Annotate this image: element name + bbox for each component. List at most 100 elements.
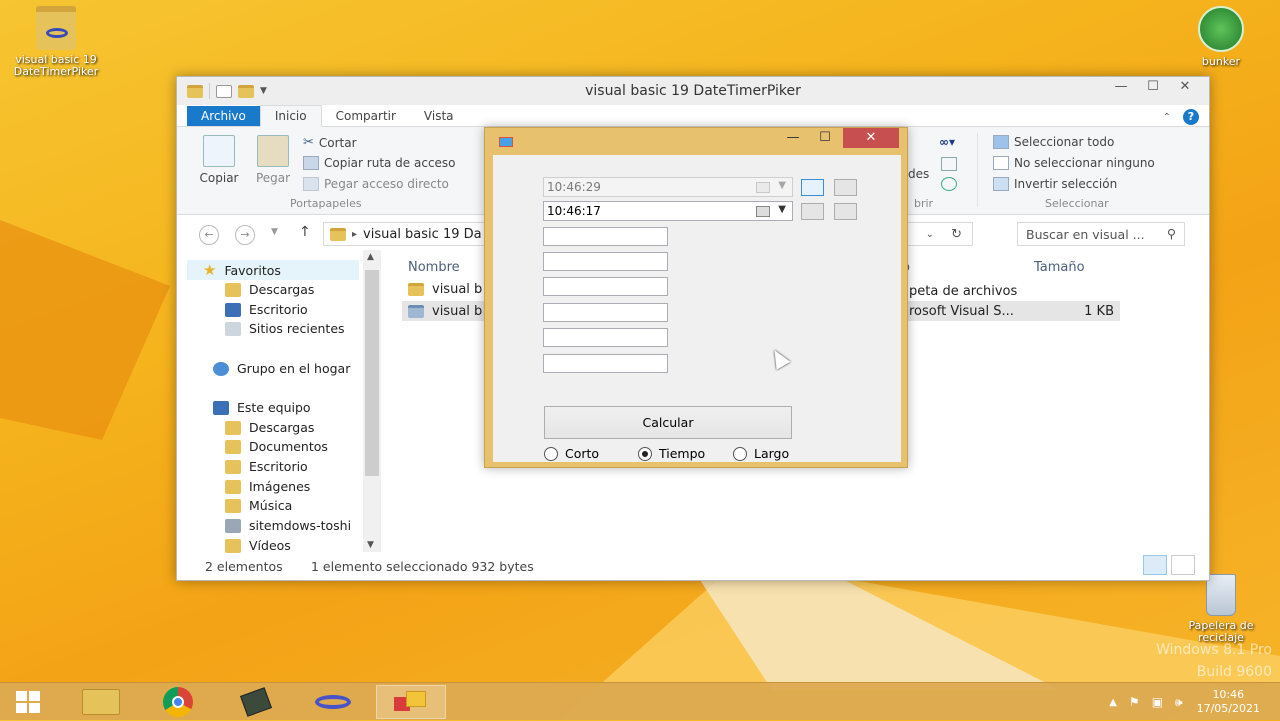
- chrome-icon: [163, 687, 193, 717]
- file-size: 1 KB: [1084, 303, 1114, 319]
- column-header-size[interactable]: Tamaño: [1034, 260, 1085, 275]
- ribbon-collapse-icon[interactable]: ⌃: [1163, 112, 1171, 123]
- clock[interactable]: 10:46 17/05/2021: [1197, 688, 1260, 716]
- invert-selection-button[interactable]: Invertir selección: [993, 177, 1117, 191]
- tab-vista[interactable]: Vista: [410, 106, 468, 126]
- nav-network-drive[interactable]: sitemdows-toshi: [225, 518, 351, 533]
- minimize-button[interactable]: —: [1105, 77, 1137, 99]
- taskbar-app-3[interactable]: [221, 685, 291, 719]
- desktop-icon: [225, 302, 241, 317]
- taskbar-chrome[interactable]: [143, 685, 213, 719]
- minimize-button[interactable]: —: [779, 128, 807, 148]
- textbox-3[interactable]: [543, 277, 668, 296]
- textbox-4[interactable]: [543, 303, 668, 322]
- nav-pc-downloads[interactable]: Descargas: [225, 420, 314, 435]
- up-button[interactable]: ↑: [299, 224, 311, 240]
- computer-icon: [213, 400, 229, 415]
- nav-recent[interactable]: Sitios recientes: [225, 321, 345, 336]
- history-icon[interactable]: ∞▾: [939, 135, 955, 149]
- paste-shortcut-button[interactable]: Pegar acceso directo: [303, 177, 449, 191]
- help-icon[interactable]: ?: [1183, 109, 1199, 125]
- nav-pc-desktop[interactable]: Escritorio: [225, 459, 308, 474]
- tab-archivo[interactable]: Archivo: [187, 106, 260, 126]
- scroll-up-icon[interactable]: ▲: [367, 252, 374, 262]
- tab-inicio[interactable]: Inicio: [259, 105, 322, 127]
- cut-button[interactable]: ✂ Cortar: [303, 135, 357, 150]
- select-none-button[interactable]: No seleccionar ninguno: [993, 156, 1155, 170]
- textbox-1[interactable]: [543, 227, 668, 246]
- open-icon[interactable]: [941, 177, 957, 191]
- textbox-5[interactable]: [543, 328, 668, 347]
- status-count: 2 elementos: [205, 559, 283, 574]
- maximize-button[interactable]: ☐: [811, 128, 839, 148]
- volume-icon[interactable]: 🕪: [1175, 695, 1183, 710]
- radio-tiempo[interactable]: Tiempo: [638, 446, 705, 461]
- nav-videos[interactable]: Vídeos: [225, 538, 291, 553]
- nav-downloads[interactable]: Descargas: [225, 282, 314, 297]
- maximize-button[interactable]: ☐: [1137, 77, 1169, 99]
- back-button[interactable]: ←: [199, 225, 219, 245]
- select-all-label: Seleccionar todo: [1014, 135, 1115, 149]
- list-item[interactable]: visual b: [408, 282, 482, 297]
- nav-label: Grupo en el hogar: [237, 361, 351, 376]
- desktop-icon-bunker[interactable]: bunker: [1186, 6, 1256, 68]
- tab-compartir[interactable]: Compartir: [322, 106, 410, 126]
- chevron-down-icon[interactable]: ⌄: [926, 229, 934, 240]
- button-1[interactable]: [801, 179, 824, 196]
- nav-scrollbar[interactable]: ▲ ▼: [363, 250, 381, 552]
- search-input[interactable]: Buscar en visual ... ⚲: [1017, 222, 1185, 246]
- nav-desktop[interactable]: Escritorio: [225, 302, 308, 317]
- chevron-down-icon: ▼: [778, 204, 786, 215]
- recent-locations-icon[interactable]: ▼: [271, 227, 278, 237]
- scroll-down-icon[interactable]: ▼: [367, 540, 374, 550]
- edit-icon[interactable]: [941, 157, 957, 171]
- folder-icon: [330, 227, 346, 241]
- close-button[interactable]: ✕: [843, 128, 899, 148]
- network-icon[interactable]: ▣: [1152, 695, 1163, 709]
- chevron-up-icon[interactable]: ▲: [1109, 697, 1117, 708]
- nav-favorites[interactable]: ★ Favoritos: [187, 260, 359, 280]
- taskbar-form-app[interactable]: [376, 685, 446, 719]
- nav-music[interactable]: Música: [225, 498, 292, 513]
- desktop-icon-label: Papelera de reciclaje: [1188, 619, 1254, 644]
- taskbar-visual-studio[interactable]: [298, 685, 368, 719]
- nav-images[interactable]: Imágenes: [225, 479, 310, 494]
- music-icon: [225, 498, 241, 513]
- textbox-2[interactable]: [543, 252, 668, 271]
- forward-button[interactable]: →: [235, 225, 255, 245]
- window-controls: — ☐ ✕: [1105, 77, 1201, 99]
- desktop-icon-vb-folder[interactable]: visual basic 19 DateTimerPiker: [4, 6, 108, 78]
- paste-button[interactable]: Pegar: [251, 135, 295, 185]
- flag-icon[interactable]: ⚑: [1129, 695, 1140, 709]
- nav-this-pc[interactable]: Este equipo: [213, 400, 311, 415]
- file-type: rosoft Visual S...: [909, 303, 1014, 319]
- taskbar-file-explorer[interactable]: [66, 685, 136, 719]
- datetimepicker-2[interactable]: 10:46:17 ▼: [543, 201, 793, 221]
- nav-documents[interactable]: Documentos: [225, 439, 328, 454]
- datetimepicker-1[interactable]: 10:46:29 ▼: [543, 177, 793, 197]
- refresh-icon[interactable]: ↻: [951, 227, 962, 242]
- paste-shortcut-label: Pegar acceso directo: [324, 177, 449, 191]
- scrollbar-thumb[interactable]: [365, 270, 379, 476]
- start-button[interactable]: [16, 691, 40, 713]
- form-titlebar[interactable]: — ☐ ✕: [485, 128, 907, 155]
- large-icons-view-button[interactable]: [1171, 555, 1195, 575]
- group-label-open: brir: [914, 197, 934, 210]
- close-button[interactable]: ✕: [1169, 77, 1201, 99]
- details-view-button[interactable]: [1143, 555, 1167, 575]
- nav-homegroup[interactable]: Grupo en el hogar: [213, 361, 350, 376]
- copy-button[interactable]: Copiar: [197, 135, 241, 185]
- desktop-icon-recycle-bin[interactable]: Papelera de reciclaje: [1176, 574, 1266, 644]
- explorer-titlebar[interactable]: ▼ visual basic 19 DateTimerPiker — ☐ ✕: [177, 77, 1209, 105]
- calcular-button[interactable]: Calcular: [544, 406, 792, 439]
- button-3[interactable]: [801, 203, 824, 220]
- copy-path-button[interactable]: Copiar ruta de acceso: [303, 156, 456, 170]
- button-2[interactable]: [834, 179, 857, 196]
- textbox-6[interactable]: [543, 354, 668, 373]
- radio-corto[interactable]: Corto: [544, 446, 599, 461]
- button-4[interactable]: [834, 203, 857, 220]
- form-window[interactable]: — ☐ ✕ 10:46:29 ▼ 10:46:17 ▼ Calcular Cor…: [484, 127, 908, 468]
- select-all-button[interactable]: Seleccionar todo: [993, 135, 1114, 149]
- radio-largo[interactable]: Largo: [733, 446, 789, 461]
- column-header-name[interactable]: Nombre: [408, 260, 460, 275]
